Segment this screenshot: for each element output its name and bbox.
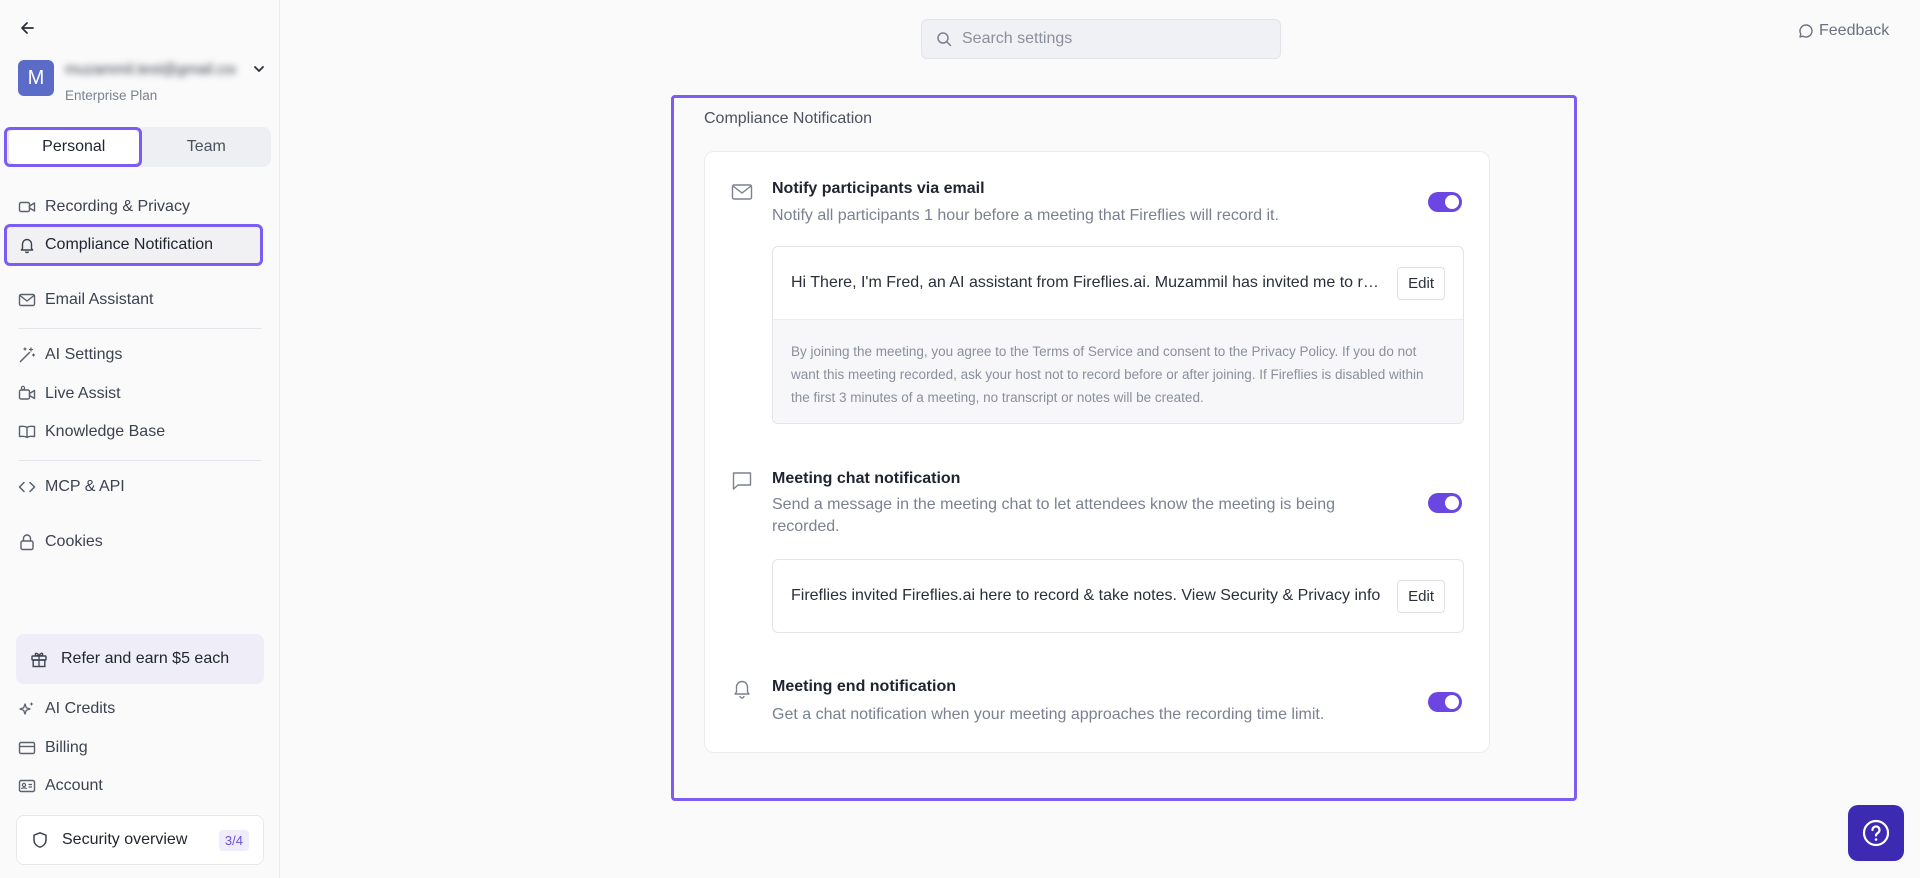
sidebar: M muzammil.test@gmail.com Enterprise Pla… bbox=[0, 0, 280, 878]
search-icon bbox=[937, 32, 952, 47]
video-camera-icon bbox=[18, 198, 36, 216]
chat-message-preview: Fireflies invited Fireflies.ai here to r… bbox=[791, 587, 1381, 604]
video-user-icon bbox=[18, 385, 36, 403]
sidebar-item-label: Cookies bbox=[45, 533, 103, 550]
edit-chat-message-button[interactable]: Edit bbox=[1397, 579, 1445, 613]
sparkles-icon bbox=[18, 700, 36, 718]
sidebar-item-email-assistant[interactable]: Email Assistant bbox=[18, 286, 153, 314]
end-notification-toggle[interactable] bbox=[1428, 692, 1462, 712]
security-label: Security overview bbox=[62, 831, 188, 848]
feedback-button[interactable]: Feedback bbox=[1798, 22, 1889, 40]
magic-wand-icon bbox=[18, 346, 36, 364]
tab-team[interactable]: Team bbox=[142, 127, 272, 167]
email-message-box: Hi There, I'm Fred, an AI assistant from… bbox=[772, 246, 1464, 424]
chat-bubble-icon bbox=[1798, 23, 1814, 39]
back-button[interactable] bbox=[16, 17, 38, 39]
sidebar-item-mcp-api[interactable]: MCP & API bbox=[18, 473, 125, 501]
section-title: Compliance Notification bbox=[704, 110, 873, 127]
end-notification-description: Get a chat notification when your meetin… bbox=[772, 706, 1325, 723]
sidebar-item-label: Recording & Privacy bbox=[45, 198, 190, 215]
sidebar-item-billing[interactable]: Billing bbox=[18, 734, 88, 762]
sidebar-item-recording-privacy[interactable]: Recording & Privacy bbox=[18, 193, 190, 221]
chat-notification-toggle[interactable] bbox=[1428, 493, 1462, 513]
sidebar-item-account[interactable]: Account bbox=[18, 772, 103, 800]
code-icon bbox=[18, 478, 36, 496]
user-plan: Enterprise Plan bbox=[65, 88, 158, 103]
sidebar-item-label: Compliance Notification bbox=[45, 236, 214, 253]
security-progress-badge: 3/4 bbox=[218, 829, 249, 851]
email-notification-title: Notify participants via email bbox=[772, 180, 985, 197]
email-message-disclaimer: By joining the meeting, you agree to the… bbox=[773, 319, 1463, 423]
sidebar-item-label: Knowledge Base bbox=[45, 423, 166, 440]
scope-toggle: Personal Team bbox=[6, 127, 271, 167]
mail-icon bbox=[731, 181, 753, 203]
user-email: muzammil.test@gmail.com bbox=[65, 61, 235, 78]
lock-icon bbox=[18, 533, 36, 551]
email-notification-toggle[interactable] bbox=[1428, 192, 1462, 212]
email-message-preview: Hi There, I'm Fred, an AI assistant from… bbox=[791, 274, 1385, 291]
chat-notification-description: Send a message in the meeting chat to le… bbox=[772, 496, 1336, 535]
message-square-icon bbox=[731, 470, 753, 492]
mail-icon bbox=[18, 291, 36, 309]
refer-label: Refer and earn $5 each bbox=[61, 650, 230, 667]
sidebar-item-ai-credits[interactable]: AI Credits bbox=[18, 695, 115, 723]
chat-message-box: Fireflies invited Fireflies.ai here to r… bbox=[772, 559, 1464, 633]
sidebar-item-live-assist[interactable]: Live Assist bbox=[18, 380, 121, 408]
sidebar-item-label: MCP & API bbox=[45, 478, 125, 495]
sidebar-item-cookies[interactable]: Cookies bbox=[18, 528, 103, 556]
security-overview-button[interactable]: Security overview 3/4 bbox=[16, 815, 264, 865]
sidebar-item-ai-settings[interactable]: AI Settings bbox=[18, 341, 122, 369]
feedback-label: Feedback bbox=[1819, 22, 1890, 39]
gift-icon bbox=[30, 650, 48, 668]
chevron-down-icon bbox=[254, 66, 264, 72]
end-notification-title: Meeting end notification bbox=[772, 678, 956, 695]
help-circle-icon bbox=[1862, 819, 1890, 847]
sidebar-item-label: Billing bbox=[45, 739, 88, 756]
help-button[interactable] bbox=[1848, 805, 1904, 861]
edit-email-message-button[interactable]: Edit bbox=[1397, 266, 1445, 300]
account-switcher[interactable]: M muzammil.test@gmail.com Enterprise Pla… bbox=[18, 60, 266, 103]
email-notification-description: Notify all participants 1 hour before a … bbox=[772, 207, 1279, 224]
sidebar-item-label: Account bbox=[45, 777, 103, 794]
credit-card-icon bbox=[18, 739, 36, 757]
chat-notification-title: Meeting chat notification bbox=[772, 470, 961, 487]
shield-icon bbox=[31, 831, 49, 849]
divider bbox=[18, 460, 262, 461]
compliance-settings-card: Notify participants via email Notify all… bbox=[704, 151, 1490, 753]
sidebar-item-label: AI Credits bbox=[45, 700, 116, 717]
book-open-icon bbox=[18, 423, 36, 441]
bell-icon bbox=[18, 236, 36, 254]
id-card-icon bbox=[18, 777, 36, 795]
avatar: M bbox=[18, 60, 54, 96]
arrow-left-icon bbox=[21, 22, 34, 34]
sidebar-item-knowledge-base[interactable]: Knowledge Base bbox=[18, 418, 165, 446]
sidebar-item-label: Email Assistant bbox=[45, 291, 154, 308]
tab-personal[interactable]: Personal bbox=[9, 130, 139, 164]
search-input[interactable] bbox=[962, 30, 1262, 48]
refer-and-earn-button[interactable]: Refer and earn $5 each bbox=[16, 634, 264, 684]
sidebar-item-label: AI Settings bbox=[45, 346, 123, 363]
sidebar-item-compliance-notification[interactable]: Compliance Notification bbox=[18, 231, 213, 259]
bell-icon bbox=[731, 677, 753, 699]
divider bbox=[18, 328, 262, 329]
search-bar[interactable] bbox=[921, 19, 1281, 59]
sidebar-item-label: Live Assist bbox=[45, 385, 121, 402]
